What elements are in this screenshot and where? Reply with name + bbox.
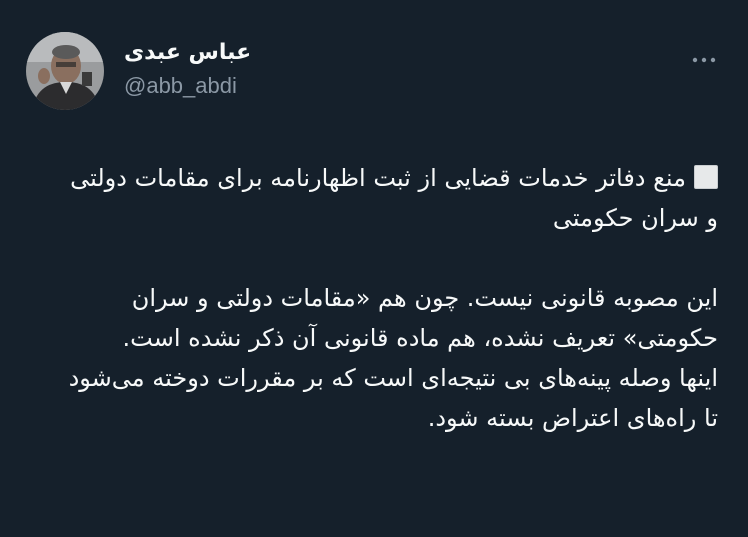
- avatar[interactable]: [26, 32, 104, 110]
- display-name[interactable]: عباس عبدی: [124, 40, 251, 66]
- more-dots-icon: [692, 57, 716, 63]
- white-square-icon: [694, 165, 718, 189]
- more-options-button[interactable]: [686, 48, 722, 72]
- tweet-header: عباس عبدی @abb_abdi: [0, 0, 748, 130]
- author-info: عباس عبدی @abb_abdi: [124, 40, 251, 100]
- tweet-headline-line: منع دفاتر خدمات قضایی از ثبت اظهارنامه ب…: [60, 158, 718, 238]
- tweet-headline: منع دفاتر خدمات قضایی از ثبت اظهارنامه ب…: [70, 164, 718, 232]
- tweet-text: منع دفاتر خدمات قضایی از ثبت اظهارنامه ب…: [60, 158, 718, 438]
- tweet-paragraph-1: این مصوبه قانونی نیست. چون هم «مقامات دو…: [122, 284, 718, 352]
- user-handle[interactable]: @abb_abdi: [124, 72, 251, 100]
- profile-photo: [26, 32, 104, 110]
- tweet-paragraph-2: اینها وصله پینه‌های بی نتیجه‌ای است که ب…: [68, 364, 718, 432]
